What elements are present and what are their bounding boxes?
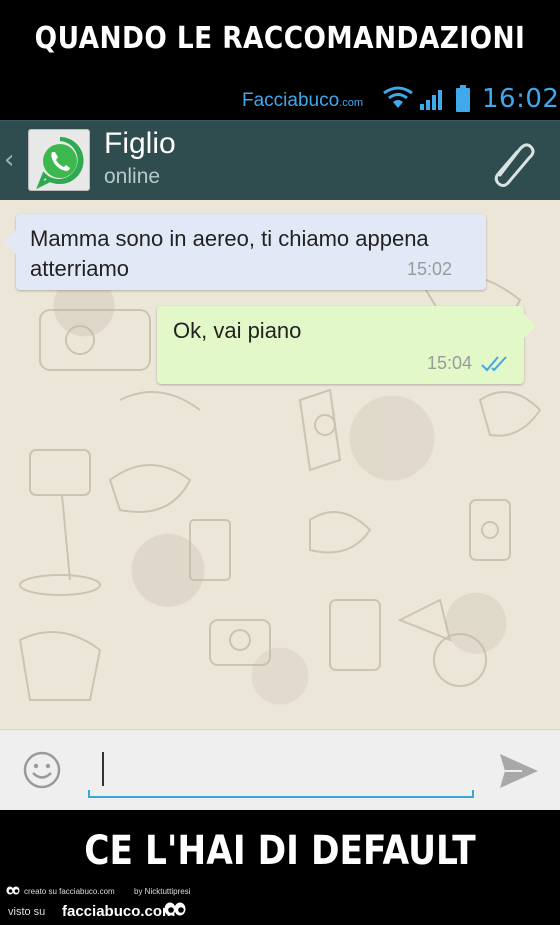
status-icons bbox=[383, 85, 470, 112]
message-time: 15:04 bbox=[426, 353, 472, 373]
meme-bottom-caption: CE L'HAI DI DEFAULT bbox=[39, 810, 521, 890]
message-time: 15:02 bbox=[406, 259, 452, 279]
battery-icon bbox=[456, 85, 470, 112]
whatsapp-logo-icon bbox=[36, 137, 84, 190]
wifi-icon bbox=[383, 86, 413, 108]
footer-site-link[interactable]: facciabuco.com bbox=[62, 903, 175, 920]
footer-created: creato su facciabuco.com bbox=[24, 887, 115, 896]
message-text: Ok, vai piano bbox=[173, 318, 302, 343]
status-time: 16:02 bbox=[482, 84, 560, 114]
meme-top-caption: QUANDO LE RACCOMANDAZIONI ORMAI bbox=[33, 0, 527, 134]
send-icon[interactable] bbox=[498, 752, 540, 790]
status-brand: Facciabuco.com bbox=[242, 90, 363, 112]
text-caret bbox=[102, 752, 104, 786]
contact-status: online bbox=[104, 165, 161, 188]
footer-by: by Nicktuttipresi bbox=[134, 887, 191, 896]
message-text: Mamma sono in aereo, ti chiamo appena at… bbox=[30, 226, 429, 281]
status-brand-name: Facciabuco bbox=[242, 90, 340, 111]
double-check-icon bbox=[481, 356, 507, 372]
message-bubble-outgoing[interactable]: Ok, vai piano 15:04 bbox=[157, 306, 536, 384]
contact-name[interactable]: Figlio bbox=[104, 127, 176, 161]
status-bar: Facciabuco.com 16:02 bbox=[0, 78, 560, 120]
chat-header[interactable]: ‹ Figlio online bbox=[0, 120, 560, 200]
message-bubble-incoming[interactable]: Mamma sono in aereo, ti chiamo appena at… bbox=[4, 214, 486, 290]
message-input-underline bbox=[88, 790, 474, 798]
status-brand-suffix: .com bbox=[339, 97, 364, 109]
signal-icon bbox=[420, 90, 442, 110]
facciabuco-eyes-icon bbox=[6, 886, 20, 895]
footer-visto: visto su bbox=[8, 906, 46, 918]
composer-bar bbox=[0, 729, 560, 810]
emoji-icon[interactable] bbox=[22, 750, 62, 790]
avatar[interactable] bbox=[28, 129, 90, 191]
facciabuco-eyes-icon bbox=[164, 902, 186, 916]
paperclip-icon[interactable] bbox=[486, 137, 538, 189]
message-input[interactable] bbox=[88, 744, 474, 796]
chat-area[interactable]: Mamma sono in aereo, ti chiamo appena at… bbox=[0, 200, 560, 729]
back-chevron-icon[interactable]: ‹ bbox=[4, 145, 14, 175]
footer: creato su facciabuco.com by Nicktuttipre… bbox=[0, 880, 560, 925]
